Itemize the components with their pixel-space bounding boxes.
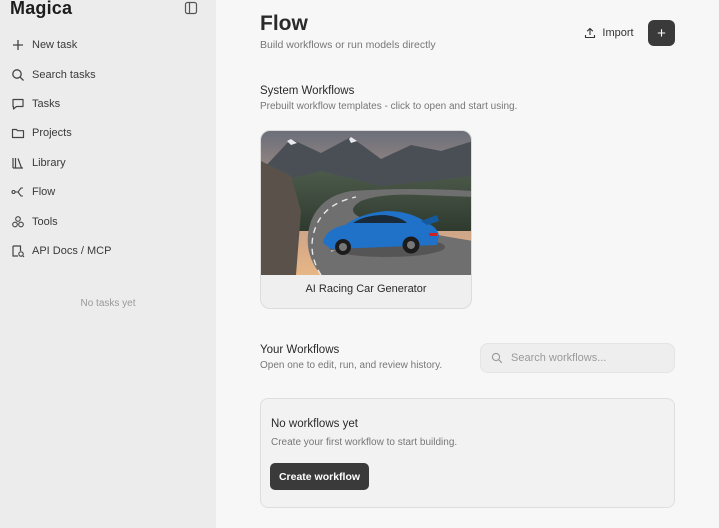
sidebar-item-search-tasks[interactable]: Search tasks	[0, 61, 216, 89]
workflow-card[interactable]: AI Racing Car Generator	[260, 130, 472, 309]
workflow-card-label: AI Racing Car Generator	[305, 283, 427, 295]
sidebar-item-label: Search tasks	[32, 69, 96, 81]
search-icon	[10, 67, 26, 83]
chat-icon	[10, 96, 26, 112]
brand-logo[interactable]: Magica	[10, 0, 72, 19]
main-content: Flow Build workflows or run models direc…	[216, 0, 719, 528]
sidebar-toggle-icon[interactable]	[184, 1, 198, 15]
search-icon	[491, 352, 503, 364]
import-button[interactable]: Import	[574, 20, 644, 46]
sidebar-item-projects[interactable]: Projects	[0, 119, 216, 147]
sidebar-item-label: Projects	[32, 127, 72, 139]
page-subtitle: Build workflows or run models directly	[260, 39, 436, 51]
create-workflow-button[interactable]: Create workflow	[270, 463, 369, 490]
page-title: Flow	[260, 12, 308, 35]
plus-icon	[10, 37, 26, 53]
sidebar-item-label: Tools	[32, 216, 58, 228]
import-button-label: Import	[602, 27, 634, 39]
sidebar-item-label: New task	[32, 39, 78, 51]
empty-state-title: No workflows yet	[271, 418, 358, 430]
system-workflows-title: System Workflows	[260, 85, 355, 97]
library-icon	[10, 155, 26, 171]
empty-state-subtitle: Create your first workflow to start buil…	[271, 437, 458, 448]
tools-icon	[10, 214, 26, 230]
system-workflows-subtitle: Prebuilt workflow templates - click to o…	[260, 101, 518, 112]
sidebar-item-flow[interactable]: Flow	[0, 178, 216, 206]
api-docs-icon	[10, 243, 26, 259]
sidebar-item-label: Tasks	[32, 98, 61, 110]
sidebar-item-tools[interactable]: Tools	[0, 208, 216, 236]
your-workflows-title: Your Workflows	[260, 344, 340, 356]
empty-workflows-panel: No workflows yet Create your first workf…	[260, 398, 675, 508]
sidebar-item-library[interactable]: Library	[0, 149, 216, 177]
sidebar-item-label: Flow	[32, 186, 56, 198]
upload-icon	[585, 27, 596, 39]
search-workflows-box[interactable]	[480, 343, 675, 373]
sidebar-item-label: Library	[32, 157, 66, 169]
your-workflows-subtitle: Open one to edit, run, and review histor…	[260, 360, 443, 371]
sidebar-item-api-docs[interactable]: API Docs / MCP	[0, 237, 216, 265]
sidebar-item-tasks[interactable]: Tasks	[0, 90, 216, 118]
sidebar-item-label: API Docs / MCP	[32, 245, 112, 257]
racing-car-image	[261, 131, 471, 275]
folder-icon	[10, 125, 26, 141]
search-workflows-input[interactable]	[511, 352, 661, 364]
flow-icon	[10, 184, 26, 200]
no-tasks-text: No tasks yet	[80, 298, 136, 309]
sidebar-item-new-task[interactable]: New task	[0, 31, 216, 59]
sidebar: Magica New task Search tasks Tasks Proje…	[0, 0, 216, 528]
add-workflow-button[interactable]: +	[648, 20, 675, 46]
